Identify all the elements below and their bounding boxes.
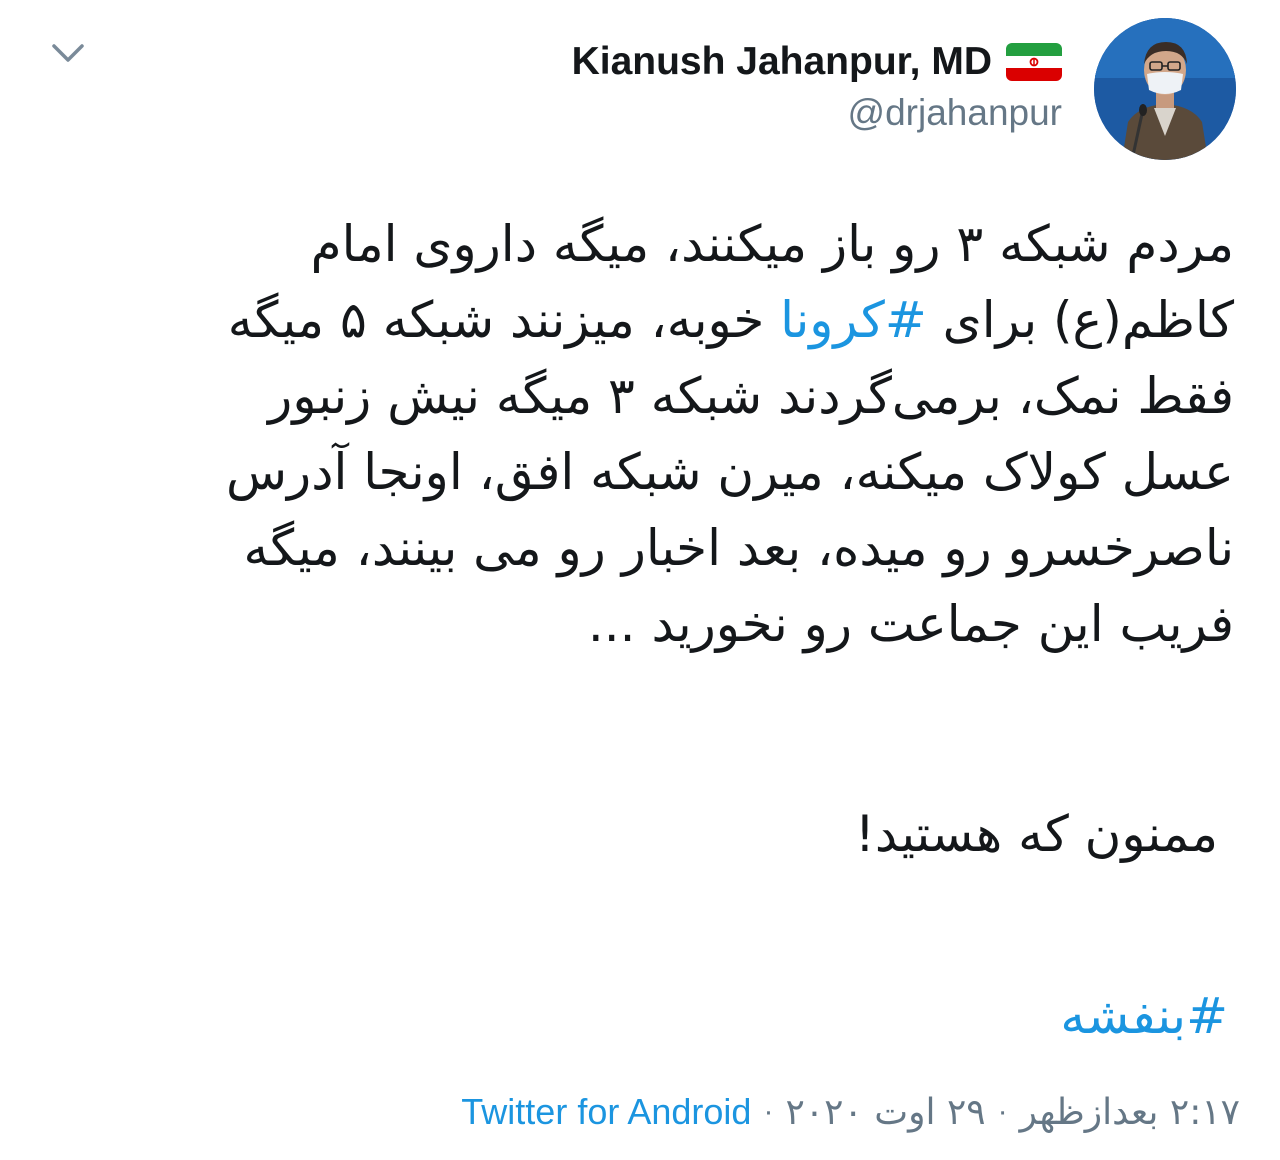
iran-flag-icon [1006,43,1062,81]
tweet-line: ناصرخسرو رو میده، بعد اخبار رو می بینند،… [243,519,1234,577]
tweet-line: فریب این جماعت رو نخورید ... [587,595,1234,653]
avatar[interactable] [1094,18,1236,160]
more-options-chevron[interactable] [48,36,88,68]
author-name-row: Kianush Jahanpur, MD [572,34,1062,90]
tweet-text-segment: خوبه، میزنند شبکه ۵ [324,291,781,349]
display-name[interactable]: Kianush Jahanpur, MD [572,40,992,84]
tweet-source-link[interactable]: Twitter for Android [461,1091,751,1133]
tweet-thanks: ممنون که هستید! [854,805,1218,863]
tweet-line: فقط نمک، برمی‌گردند شبکه ۳ میگه نیش زنبو… [268,367,1234,425]
meta-separator: · [997,1095,1008,1128]
tweet-meta: Twitter for Android · ۲۹ اوت ۲۰۲۰ · ۲:۱۷… [461,1084,1240,1140]
tweet-line: عسل کولاک میکنه، میرن شبکه افق، اونجا آد… [226,443,1234,501]
meta-separator: · [763,1095,774,1128]
hashtag-corona-link[interactable]: #کرونا [780,291,927,349]
tweet-text: مردم شبکه ۳ رو باز میکنند، میگه داروی ام… [94,206,1234,662]
tweet-date[interactable]: ۲۹ اوت ۲۰۲۰ [785,1092,985,1133]
hashtag-banafsheh-link[interactable]: #بنفشه [1060,978,1228,1054]
user-handle[interactable]: @drjahanpur [848,92,1062,134]
tweet-line: مردم شبکه ۳ رو باز میکنند، میگه داروی ام… [310,215,1234,273]
chevron-down-icon [52,44,84,62]
profile-photo [1094,18,1236,160]
tweet-time[interactable]: ۲:۱۷ بعدازظهر [1020,1092,1240,1133]
tweet-text-segment: میگه [227,291,325,349]
tweet-line: کاظم(ع) برای #کرونا خوبه، میزنند شبکه ۵ … [94,282,1234,358]
tweet-text-segment: کاظم(ع) برای [926,291,1234,349]
